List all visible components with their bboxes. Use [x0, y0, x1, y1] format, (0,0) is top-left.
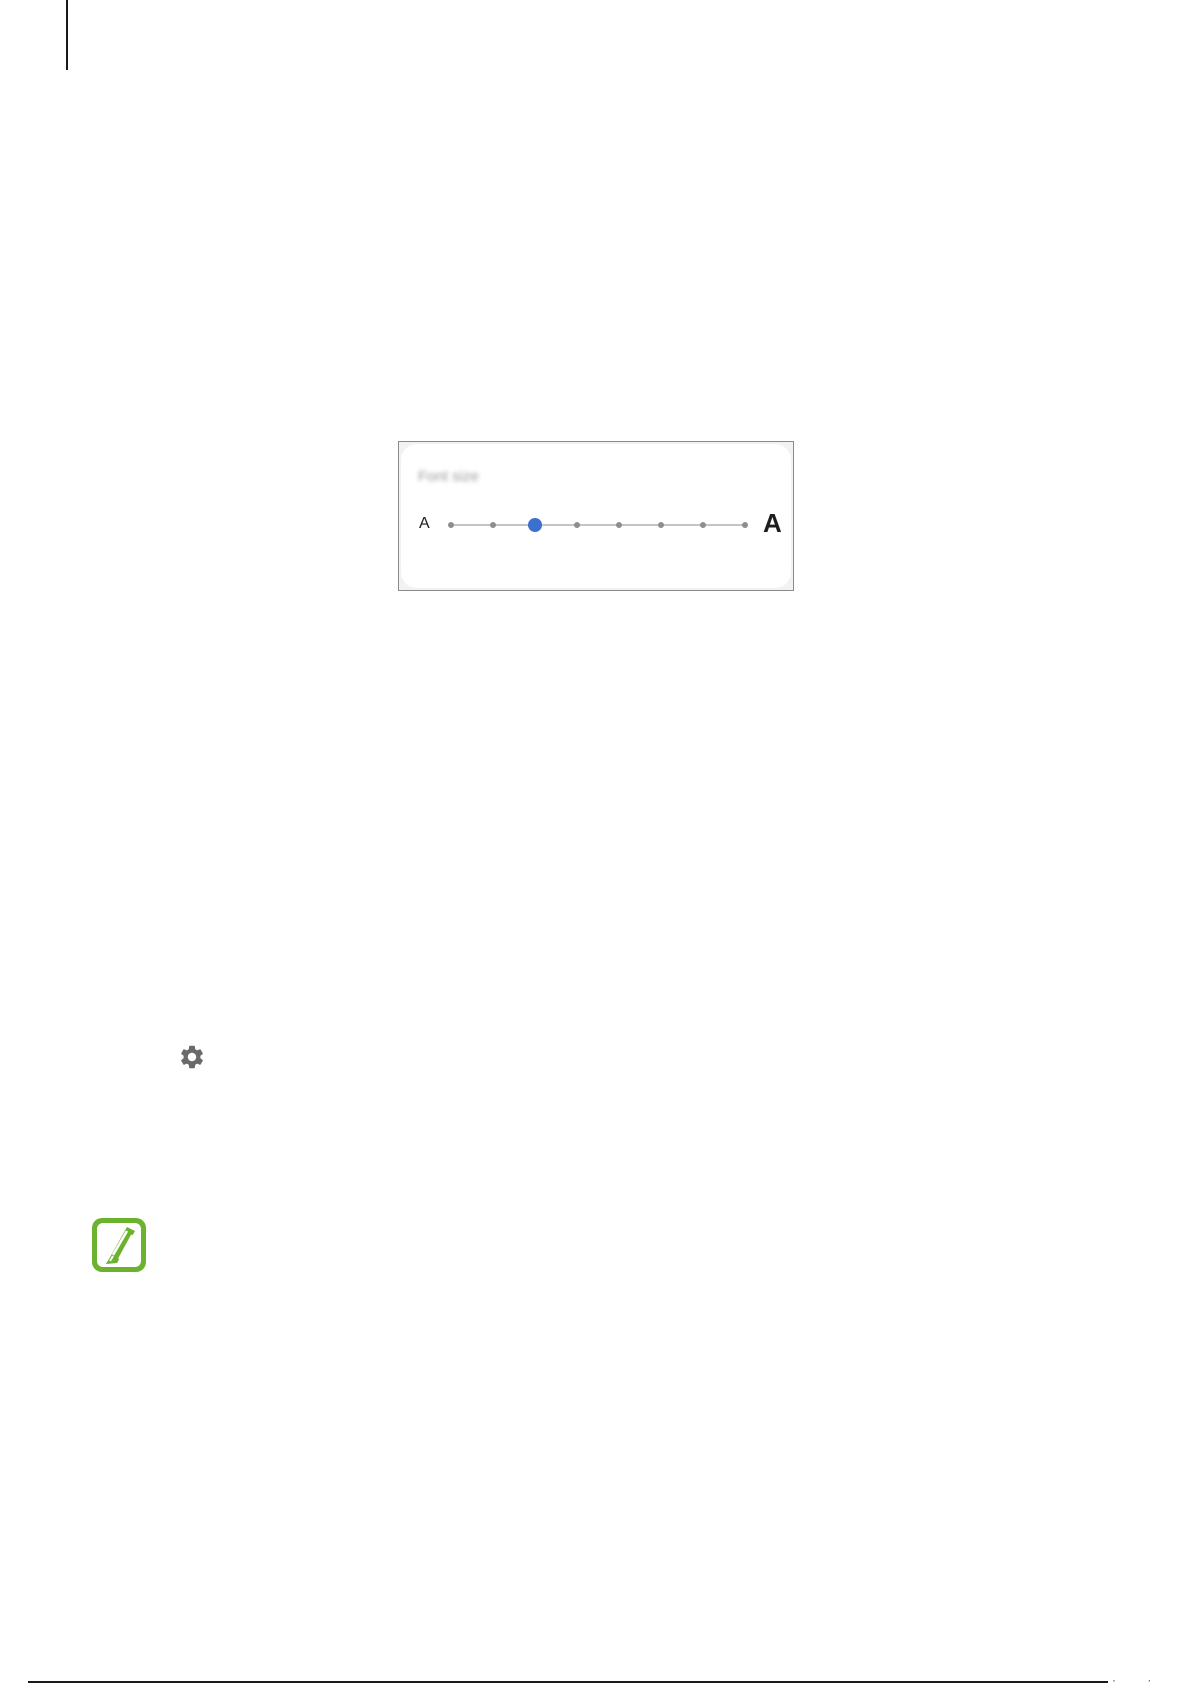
slider-step-7[interactable] — [700, 522, 706, 528]
margin-rule — [66, 0, 68, 70]
slider-step-2[interactable] — [490, 522, 496, 528]
footer-rule — [28, 1681, 1108, 1683]
gear-icon — [178, 1043, 206, 1071]
slider-step-1[interactable] — [448, 522, 454, 528]
slider-step-6[interactable] — [658, 522, 664, 528]
font-size-card: Font size A A — [401, 444, 791, 588]
slider-step-8[interactable] — [742, 522, 748, 528]
font-size-screenshot: Font size A A — [398, 441, 794, 591]
slider-thumb[interactable] — [528, 518, 542, 532]
font-size-large-label: A — [763, 508, 782, 538]
note-pencil-icon — [89, 1215, 149, 1275]
manual-page: { "font_size_panel": { "title": "Font si… — [0, 0, 1192, 1687]
font-size-slider[interactable] — [448, 515, 748, 535]
font-size-small-label: A — [419, 515, 430, 532]
font-size-title: Font size — [418, 468, 479, 485]
slider-step-4[interactable] — [574, 522, 580, 528]
slider-step-5[interactable] — [616, 522, 622, 528]
